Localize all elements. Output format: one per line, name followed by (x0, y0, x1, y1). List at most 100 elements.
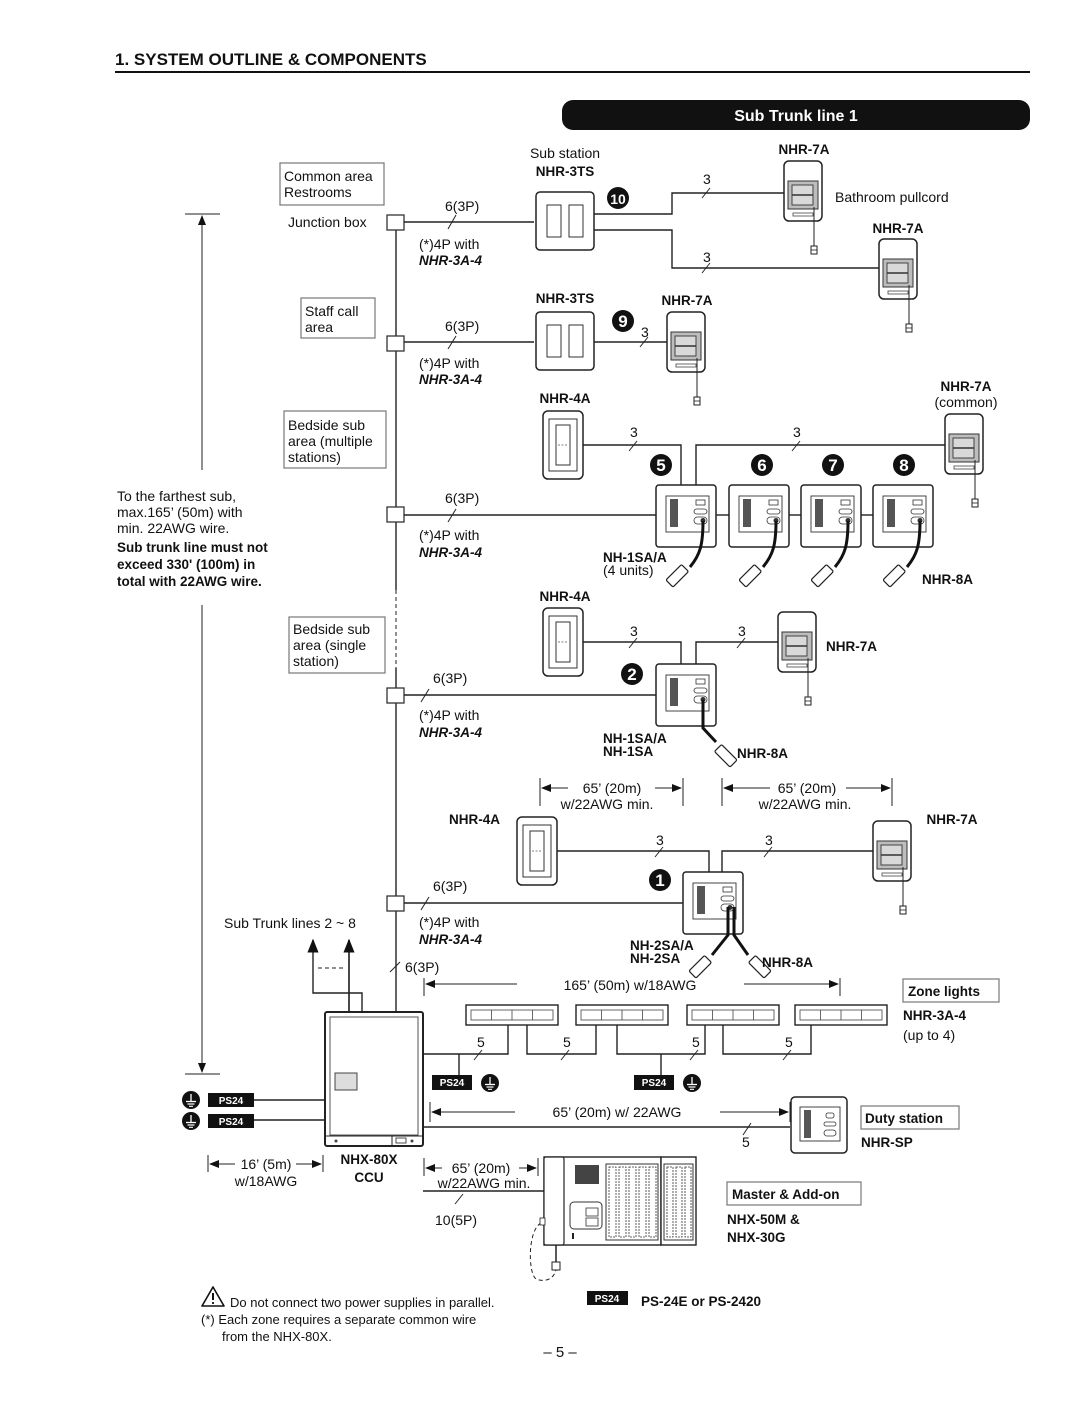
nhr7a-pullcord-station (878, 238, 918, 333)
wire (526, 1025, 597, 1055)
wire-label: 3 (703, 249, 711, 265)
wire (722, 1025, 812, 1055)
zone-light-1 (465, 1004, 559, 1026)
nhr7a-label: NHR-7A (778, 142, 829, 157)
nhr8a-cord (810, 563, 835, 588)
bedside-stations-multi (655, 484, 934, 588)
nhr7a-label: NHR-7A (661, 293, 712, 308)
zone-light-2 (575, 1004, 669, 1026)
station-number: 8 (899, 456, 908, 475)
nhr7a-station (666, 311, 706, 406)
nhr3ts-label: NHR-3TS (536, 291, 595, 306)
station-number: 2 (627, 665, 636, 684)
area-bedside-single-line1: Bedside sub (293, 621, 370, 637)
nhr7a-station (777, 611, 817, 706)
wire-label: 6(3P) (445, 490, 479, 506)
nhr4a-station (542, 607, 584, 677)
warning-icon (201, 1286, 225, 1307)
zone-lights-label: Zone lights (908, 984, 980, 999)
wire-note-model: NHR-3A-4 (419, 372, 482, 387)
wire (695, 641, 780, 664)
nhr7a-label: NHR-7A (926, 812, 977, 827)
wire (721, 850, 875, 872)
wire (557, 850, 710, 872)
nh1sa-station-2 (655, 663, 717, 727)
dim-label: w/22AWG min. (560, 796, 654, 812)
station-number: 10 (610, 191, 626, 207)
dim-label: 65’ (20m) w/ 22AWG (553, 1104, 682, 1120)
footer-note-line2: from the NHX-80X. (222, 1329, 332, 1344)
junction-box (386, 895, 405, 912)
wiring-diagram: 1. SYSTEM OUTLINE & COMPONENTS Sub Trunk… (115, 50, 1030, 1361)
wire-label: 6(3P) (433, 878, 467, 894)
junction-box (386, 214, 405, 231)
nh1sa-station-7 (800, 484, 862, 548)
ccu-model: NHX-80X (340, 1152, 397, 1167)
dim-label: 165’ (50m) w/18AWG (564, 977, 697, 993)
nhr8a-cord (688, 954, 713, 979)
station-number: 9 (618, 312, 627, 331)
area-bedside-multi-line2: area (multiple (288, 433, 373, 449)
nh2sa-label: NH-2SA (630, 951, 681, 966)
junction-box (386, 335, 405, 352)
wire-label: 6(3P) (445, 318, 479, 334)
wire (424, 1025, 509, 1055)
wire-note-model: NHR-3A-4 (419, 725, 482, 740)
master-model-1: NHX-50M & (727, 1212, 800, 1227)
nhr7a-common-station (944, 413, 984, 508)
area-common-line2: Restrooms (284, 184, 352, 200)
wire-count-slash (454, 1193, 464, 1205)
ccu-label: CCU (354, 1170, 383, 1185)
wire-label: 5 (785, 1034, 793, 1050)
wire (583, 641, 682, 664)
dim-label: 65’ (20m) (452, 1160, 511, 1176)
note-farthest-line3: min. 22AWG wire. (117, 520, 229, 536)
station-number: 1 (655, 871, 664, 890)
wire-label: 5 (692, 1034, 700, 1050)
wire-note: (*)4P with (419, 527, 479, 543)
wire-label: 5 (563, 1034, 571, 1050)
nhr3ts-label: NHR-3TS (536, 164, 595, 179)
master-model-2: NHX-30G (727, 1230, 786, 1245)
wire-count-slash (782, 1049, 792, 1061)
note-must-not-line1: Sub trunk line must not (117, 540, 268, 555)
wire-label: 3 (630, 424, 638, 440)
sub-station-label: Sub station (530, 145, 600, 161)
nhr7a-label: NHR-7A (872, 221, 923, 236)
section-title: 1. SYSTEM OUTLINE & COMPONENTS (115, 50, 427, 69)
ps24-badge-label: PS24 (642, 1078, 667, 1089)
wire-count-slash (763, 846, 773, 858)
nhr3ts-station (535, 311, 595, 371)
wire-count-slash (654, 846, 664, 858)
nh1sa-label: NH-1SA (603, 744, 654, 759)
wire-count-slash (628, 440, 638, 452)
ground-icon (181, 1111, 201, 1131)
wire (594, 229, 880, 269)
note-farthest-line1: To the farthest sub, (117, 488, 236, 504)
station-number: 7 (828, 456, 837, 475)
nhr7a-station (872, 820, 912, 915)
wire-label: 6(3P) (445, 198, 479, 214)
junction-box (386, 506, 405, 523)
nhr7a-label: NHR-7A (826, 639, 877, 654)
ccu-unit (324, 1011, 424, 1147)
wire-label: 5 (477, 1034, 485, 1050)
wire-count-slash (628, 637, 638, 649)
wire-count-slash (560, 1049, 570, 1061)
wire-label: 3 (703, 171, 711, 187)
page-number: – 5 – (543, 1344, 577, 1361)
wire-note-model: NHR-3A-4 (419, 253, 482, 268)
nhr8a-cord (738, 563, 763, 588)
ps24-legend-text: PS-24E or PS-2420 (641, 1294, 761, 1309)
dim-label: 65’ (20m) (778, 780, 837, 796)
nhr8a-cord (713, 743, 738, 768)
wire-count-slash (473, 1049, 483, 1061)
nhr7a-common-label: (common) (934, 394, 997, 410)
nhr8a-cord (665, 563, 690, 588)
nh1sa-station-8 (872, 484, 934, 548)
footer-warning: Do not connect two power supplies in par… (230, 1295, 494, 1310)
duty-station-label: Duty station (865, 1111, 943, 1126)
nhr4a-station (542, 410, 584, 480)
ps24-badge-label: PS24 (219, 1096, 244, 1107)
sub-trunk-lines-label: Sub Trunk lines 2 ~ 8 (224, 915, 356, 931)
